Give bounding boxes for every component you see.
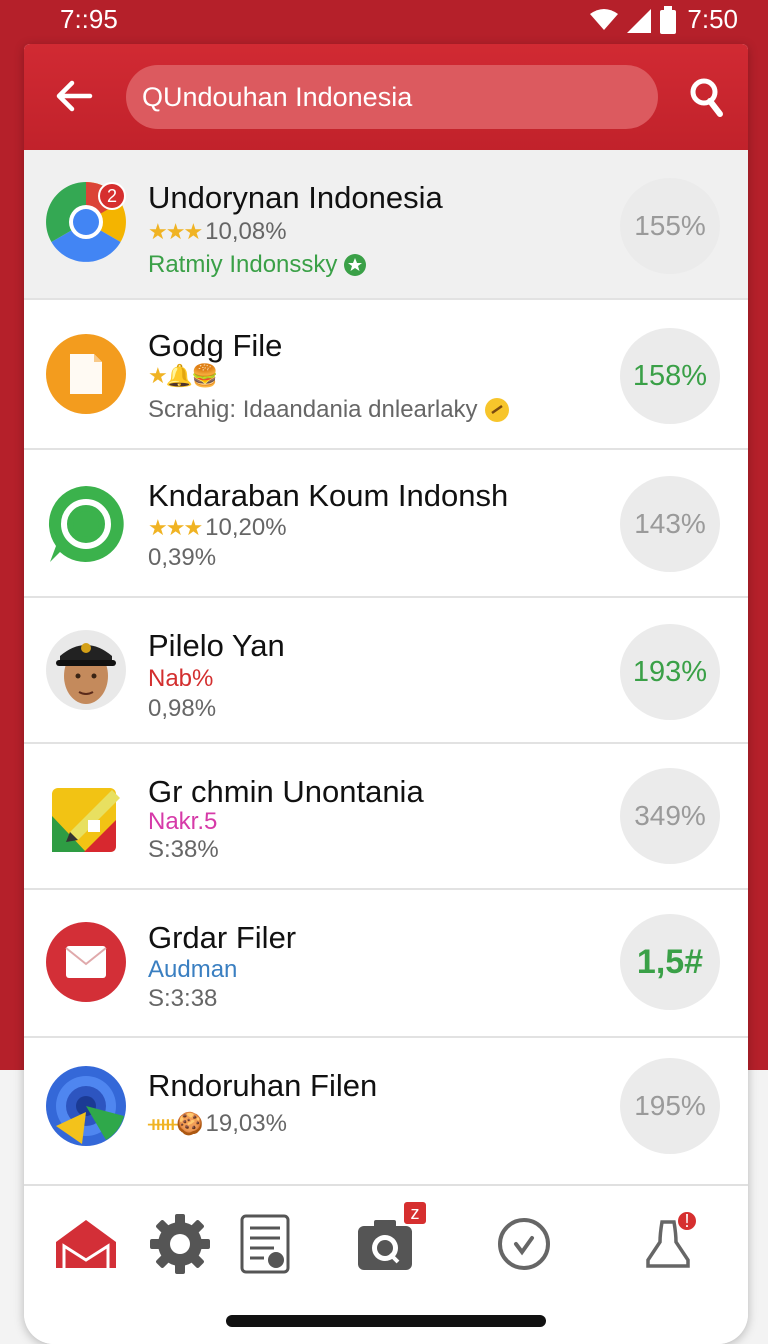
item-rating: ★★★ 10,20% bbox=[148, 514, 287, 542]
item-tag: Nakr.5 bbox=[148, 808, 218, 835]
rating-text: 19,03% bbox=[205, 1110, 287, 1137]
verified-icon bbox=[344, 254, 367, 276]
home-indicator[interactable] bbox=[226, 1315, 546, 1327]
item-subtitle-row: Scrahig: Idaandania dnlearlaky bbox=[148, 396, 510, 424]
rating-stars: ★★★ bbox=[148, 515, 203, 540]
percent-badge[interactable]: 1,5# bbox=[620, 914, 720, 1010]
user-badge: ! bbox=[676, 1210, 698, 1232]
item-subtitle: 0,39% bbox=[148, 544, 217, 571]
rating-stars: ★★★ bbox=[148, 219, 203, 244]
item-rating: ★★★ 10,08% bbox=[148, 218, 287, 246]
search-icon[interactable] bbox=[684, 74, 728, 120]
item-title: Rndoruhan Filen bbox=[148, 1068, 378, 1103]
status-bar: 7::95 7:50 bbox=[0, 0, 768, 40]
signal-icon bbox=[627, 8, 652, 33]
list-item[interactable]: 2 Undorynan Indonesia ★★★ 10,08% Ratmiy … bbox=[24, 150, 748, 300]
wifi-icon bbox=[590, 8, 619, 30]
rating-text: 10,08% bbox=[205, 218, 287, 245]
blue-target-app-icon bbox=[46, 1066, 126, 1146]
camera-badge: z bbox=[402, 1200, 428, 1226]
home-icon[interactable] bbox=[54, 1212, 118, 1276]
item-rating: ★🔔🍔 bbox=[148, 363, 219, 389]
status-time-left: 7::95 bbox=[60, 4, 118, 34]
document-icon[interactable] bbox=[234, 1212, 298, 1276]
status-time-right: 7:50 bbox=[687, 4, 738, 34]
percent-badge[interactable]: 158% bbox=[620, 328, 720, 424]
item-title: Pilelo Yan bbox=[148, 628, 285, 663]
app-window: QUndouhan Indonesia 2 Undorynan Indonesi… bbox=[24, 44, 748, 1344]
item-title: Kndaraban Koum Indonsh bbox=[148, 478, 509, 513]
item-rating: ᚔ🍪 19,03% bbox=[148, 1110, 287, 1138]
list-item[interactable]: Godg File ★🔔🍔 Scrahig: Idaandania dnlear… bbox=[24, 300, 748, 450]
status-right: 7:50 bbox=[589, 4, 738, 35]
percent-badge[interactable]: 143% bbox=[620, 476, 720, 572]
back-arrow-icon[interactable] bbox=[50, 72, 98, 120]
list-item[interactable]: Rndoruhan Filen ᚔ🍪 19,03% 195% bbox=[24, 1038, 748, 1186]
rating-emoji: ᚔ🍪 bbox=[148, 1111, 204, 1136]
notification-badge: 2 bbox=[98, 182, 126, 210]
item-tag: Audman bbox=[148, 956, 238, 983]
clock-icon[interactable] bbox=[492, 1212, 556, 1276]
item-title: Undorynan Indonesia bbox=[148, 180, 443, 215]
item-subtitle: Ratmiy Indonssky bbox=[148, 251, 338, 278]
item-title: Gr chmin Unontania bbox=[148, 774, 424, 809]
app-bar: QUndouhan Indonesia bbox=[24, 44, 748, 150]
rating-emoji: ★🔔🍔 bbox=[148, 363, 219, 388]
list-item[interactable]: Gr chmin Unontania Nakr.5 S:38% 349% bbox=[24, 744, 748, 890]
item-title: Grdar Filer bbox=[148, 920, 297, 955]
rating-text: 10,20% bbox=[205, 514, 287, 541]
search-input[interactable]: QUndouhan Indonesia bbox=[126, 65, 658, 129]
editor-app-icon bbox=[52, 788, 120, 852]
percent-badge[interactable]: 195% bbox=[620, 1058, 720, 1154]
list-item[interactable]: Grdar Filer Audman S:3:38 1,5# bbox=[24, 890, 748, 1038]
list-item[interactable]: Kndaraban Koum Indonsh ★★★ 10,20% 0,39% … bbox=[24, 450, 748, 598]
emoji-icon bbox=[484, 398, 509, 422]
result-list: 2 Undorynan Indonesia ★★★ 10,08% Ratmiy … bbox=[24, 150, 748, 1186]
percent-badge[interactable]: 349% bbox=[620, 768, 720, 864]
list-item[interactable]: Pilelo Yan Nab% 0,98% 193% bbox=[24, 598, 748, 744]
mail-app-icon bbox=[46, 922, 126, 1002]
item-subtitle-row: Ratmiy Indonssky bbox=[148, 251, 367, 279]
percent-badge[interactable]: 155% bbox=[620, 178, 720, 274]
item-tag: Nab% bbox=[148, 665, 214, 692]
item-subtitle: Scrahig: Idaandania dnlearlaky bbox=[148, 396, 478, 423]
settings-icon[interactable] bbox=[148, 1212, 212, 1276]
green-chat-app-icon bbox=[48, 486, 124, 562]
item-subtitle: S:3:38 bbox=[148, 985, 218, 1012]
battery-icon bbox=[660, 5, 677, 34]
item-title: Godg File bbox=[148, 328, 283, 363]
item-subtitle: S:38% bbox=[148, 836, 219, 863]
item-subtitle: 0,98% bbox=[148, 695, 217, 722]
user-avatar bbox=[46, 630, 126, 710]
orange-file-app-icon bbox=[46, 334, 126, 414]
percent-badge[interactable]: 193% bbox=[620, 624, 720, 720]
